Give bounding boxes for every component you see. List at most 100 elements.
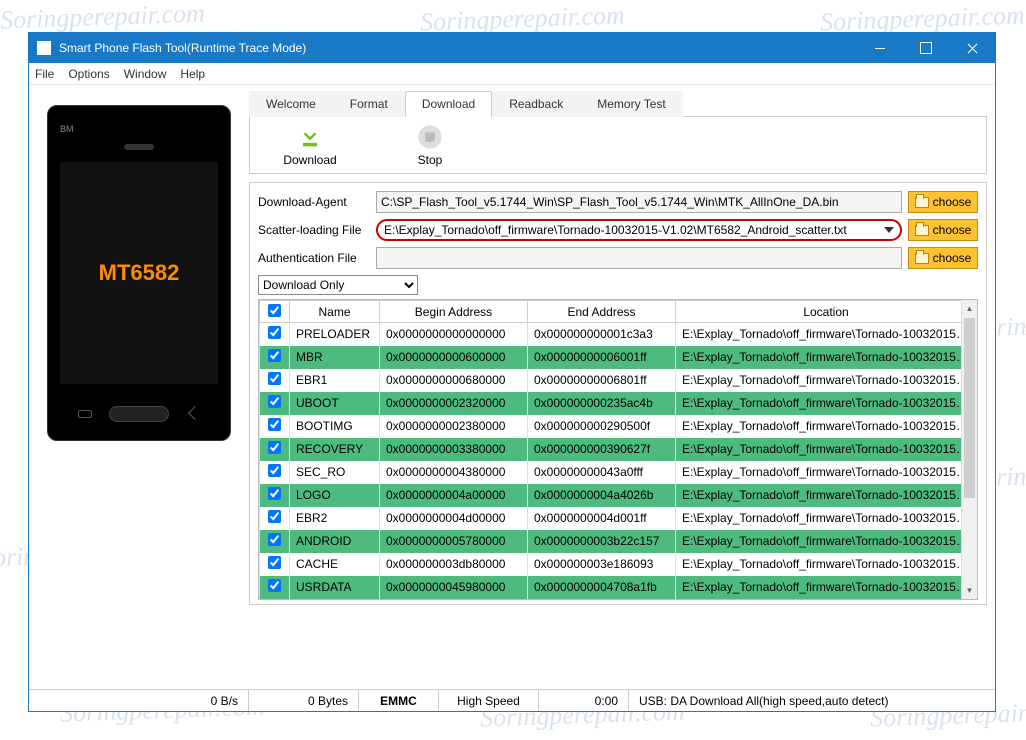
cell-name: UBOOT — [290, 392, 380, 415]
tab-readback[interactable]: Readback — [492, 91, 580, 117]
folder-icon — [915, 197, 929, 208]
table-row[interactable]: SEC_RO0x00000000043800000x00000000043a0f… — [260, 461, 977, 484]
scroll-thumb[interactable] — [964, 318, 975, 498]
cell-loc: E:\Explay_Tornado\off_firmware\Tornado-1… — [676, 484, 977, 507]
speaker-icon — [124, 144, 154, 150]
tab-welcome[interactable]: Welcome — [249, 91, 333, 117]
cell-loc: E:\Explay_Tornado\off_firmware\Tornado-1… — [676, 392, 977, 415]
cell-name: USRDATA — [290, 576, 380, 599]
cell-name: LOGO — [290, 484, 380, 507]
titlebar[interactable]: Smart Phone Flash Tool(Runtime Trace Mod… — [29, 33, 995, 63]
status-conn: High Speed — [439, 690, 539, 711]
table-row[interactable]: EBR10x00000000006800000x00000000006801ff… — [260, 369, 977, 392]
col-checkbox[interactable] — [260, 301, 290, 323]
stop-button[interactable]: Stop — [370, 123, 490, 167]
cell-loc: E:\Explay_Tornado\off_firmware\Tornado-1… — [676, 507, 977, 530]
table-row[interactable]: CACHE0x000000003db800000x000000003e18609… — [260, 553, 977, 576]
sidebar: BM MT6582 — [29, 85, 249, 689]
scroll-up-icon[interactable]: ▲ — [962, 300, 977, 316]
cell-end: 0x000000000290500f — [528, 415, 676, 438]
row-checkbox[interactable] — [268, 464, 281, 477]
cell-end: 0x0000000004a4026b — [528, 484, 676, 507]
table-row[interactable]: UBOOT0x00000000023200000x000000000235ac4… — [260, 392, 977, 415]
scatter-dropdown-button[interactable] — [880, 221, 898, 239]
col-end[interactable]: End Address — [528, 301, 676, 323]
col-name[interactable]: Name — [290, 301, 380, 323]
tab-format[interactable]: Format — [333, 91, 405, 117]
close-button[interactable] — [949, 33, 995, 63]
row-checkbox[interactable] — [268, 395, 281, 408]
statusbar: 0 B/s 0 Bytes EMMC High Speed 0:00 USB: … — [29, 689, 995, 711]
toolbar: Download Stop — [249, 117, 987, 174]
download-arrow-icon — [296, 123, 324, 151]
menu-options[interactable]: Options — [68, 67, 109, 81]
table-row[interactable]: MBR0x00000000006000000x00000000006001ffE… — [260, 346, 977, 369]
auth-file-input[interactable] — [376, 247, 902, 269]
scatter-file-input[interactable] — [380, 221, 880, 239]
folder-icon — [915, 225, 929, 236]
row-checkbox[interactable] — [268, 372, 281, 385]
cell-end: 0x0000000003b22c157 — [528, 530, 676, 553]
phone-home-icon — [109, 406, 169, 422]
row-checkbox[interactable] — [268, 349, 281, 362]
cell-loc: E:\Explay_Tornado\off_firmware\Tornado-1… — [676, 553, 977, 576]
tab-memory-test[interactable]: Memory Test — [580, 91, 682, 117]
cell-name: SEC_RO — [290, 461, 380, 484]
row-checkbox[interactable] — [268, 579, 281, 592]
cell-loc: E:\Explay_Tornado\off_firmware\Tornado-1… — [676, 461, 977, 484]
table-scrollbar[interactable]: ▲ ▼ — [961, 300, 977, 599]
minimize-button[interactable] — [857, 33, 903, 63]
cell-end: 0x00000000006001ff — [528, 346, 676, 369]
app-icon — [37, 41, 51, 55]
col-loc[interactable]: Location — [676, 301, 977, 323]
download-agent-input[interactable] — [376, 191, 902, 213]
row-checkbox[interactable] — [268, 510, 281, 523]
table-row[interactable]: USRDATA0x00000000459800000x0000000004708… — [260, 576, 977, 599]
tab-download[interactable]: Download — [405, 91, 492, 117]
menu-window[interactable]: Window — [124, 67, 167, 81]
menu-file[interactable]: File — [35, 67, 54, 81]
maximize-button[interactable] — [903, 33, 949, 63]
window-title: Smart Phone Flash Tool(Runtime Trace Mod… — [59, 41, 857, 55]
row-checkbox[interactable] — [268, 533, 281, 546]
cell-begin: 0x0000000005780000 — [380, 530, 528, 553]
phone-preview: BM MT6582 — [47, 105, 231, 441]
choose-da-button[interactable]: choose — [908, 191, 978, 213]
cell-loc: E:\Explay_Tornado\off_firmware\Tornado-1… — [676, 530, 977, 553]
scroll-down-icon[interactable]: ▼ — [962, 583, 977, 599]
menu-help[interactable]: Help — [180, 67, 205, 81]
status-storage: EMMC — [359, 690, 439, 711]
table-row[interactable]: PRELOADER0x00000000000000000x00000000000… — [260, 323, 977, 346]
status-bytes: 0 Bytes — [249, 690, 359, 711]
col-begin[interactable]: Begin Address — [380, 301, 528, 323]
table-row[interactable]: LOGO0x0000000004a000000x0000000004a4026b… — [260, 484, 977, 507]
cell-name: BOOTIMG — [290, 415, 380, 438]
cell-loc: E:\Explay_Tornado\off_firmware\Tornado-1… — [676, 415, 977, 438]
row-checkbox[interactable] — [268, 441, 281, 454]
download-button-label: Download — [283, 153, 336, 167]
choose-auth-button[interactable]: choose — [908, 247, 978, 269]
download-button[interactable]: Download — [250, 123, 370, 167]
cell-begin: 0x0000000003380000 — [380, 438, 528, 461]
table-row[interactable]: EBR20x0000000004d000000x0000000004d001ff… — [260, 507, 977, 530]
row-checkbox[interactable] — [268, 418, 281, 431]
status-usb: USB: DA Download All(high speed,auto det… — [629, 690, 995, 711]
download-mode-select[interactable]: Download Only — [258, 275, 418, 295]
download-agent-label: Download-Agent — [258, 195, 370, 209]
scatter-file-label: Scatter-loading File — [258, 223, 370, 237]
chip-label: MT6582 — [99, 260, 180, 286]
app-window: Smart Phone Flash Tool(Runtime Trace Mod… — [28, 32, 996, 712]
cell-begin: 0x0000000004380000 — [380, 461, 528, 484]
table-row[interactable]: BOOTIMG0x00000000023800000x0000000002905… — [260, 415, 977, 438]
cell-begin: 0x0000000002320000 — [380, 392, 528, 415]
cell-name: PRELOADER — [290, 323, 380, 346]
table-row[interactable]: RECOVERY0x00000000033800000x000000000390… — [260, 438, 977, 461]
select-all-checkbox[interactable] — [268, 304, 281, 317]
table-row[interactable]: ANDROID0x00000000057800000x0000000003b22… — [260, 530, 977, 553]
row-checkbox[interactable] — [268, 556, 281, 569]
row-checkbox[interactable] — [268, 487, 281, 500]
cell-begin: 0x0000000000600000 — [380, 346, 528, 369]
cell-end: 0x000000000390627f — [528, 438, 676, 461]
choose-scatter-button[interactable]: choose — [908, 219, 978, 241]
row-checkbox[interactable] — [268, 326, 281, 339]
